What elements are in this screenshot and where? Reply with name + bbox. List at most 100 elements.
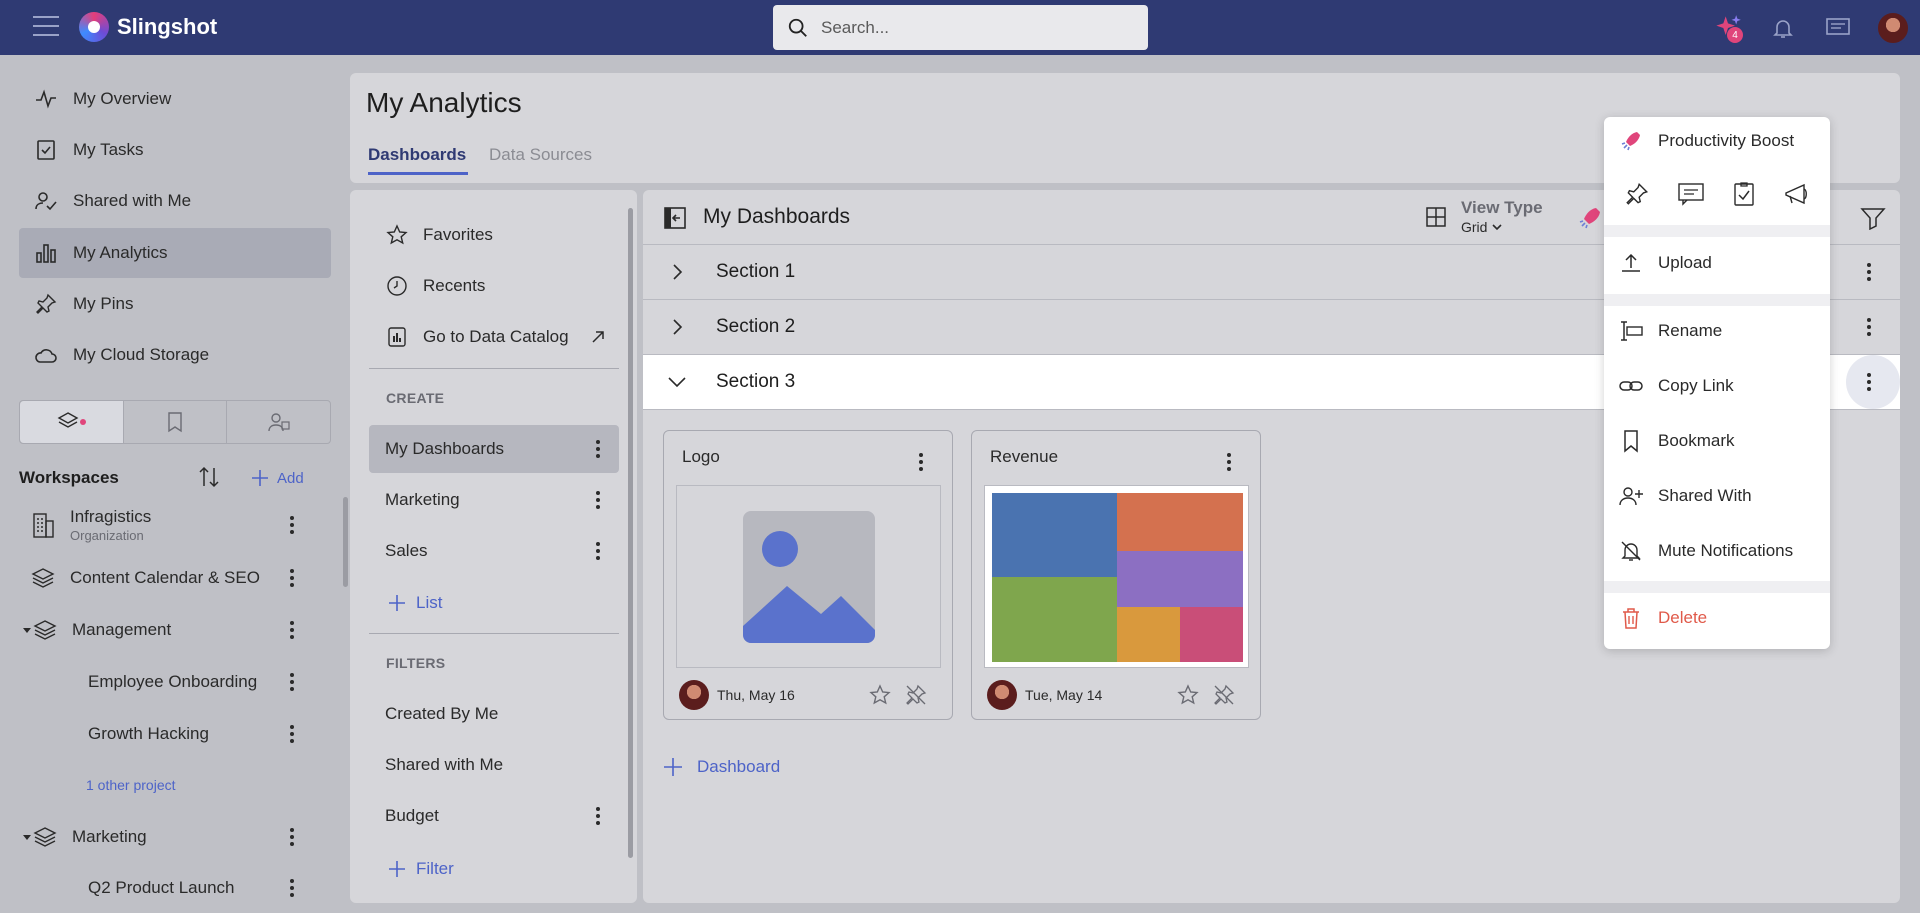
bookmarks-tab[interactable] xyxy=(124,401,228,443)
card-more-icon[interactable] xyxy=(1226,451,1232,472)
project-more-icon[interactable] xyxy=(289,724,295,745)
card-date: Thu, May 16 xyxy=(717,687,795,703)
card-thumbnail xyxy=(676,485,941,668)
filter-more-icon[interactable] xyxy=(595,806,601,827)
project-more-icon[interactable] xyxy=(289,878,295,899)
chevron-right-icon[interactable] xyxy=(669,263,685,281)
panel-filter-shared-with-me[interactable]: Shared with Me xyxy=(369,741,619,789)
workspaces-tab[interactable] xyxy=(20,401,124,443)
section-context-menu: Productivity Boost Upload Rename Copy Li… xyxy=(1604,117,1830,649)
pin-icon[interactable] xyxy=(1624,181,1650,207)
panel-scrollbar[interactable] xyxy=(628,208,633,858)
section-more-icon[interactable] xyxy=(1866,262,1872,283)
sidebar-item-my-analytics[interactable]: My Analytics xyxy=(19,228,331,278)
sidebar-item-shared-with-me[interactable]: Shared with Me xyxy=(19,176,331,226)
star-icon[interactable] xyxy=(1176,683,1200,707)
rocket-icon[interactable] xyxy=(1576,204,1604,232)
rocket-icon xyxy=(1621,132,1640,151)
notifications-button[interactable] xyxy=(1755,0,1810,55)
menu-item-rename[interactable]: Rename xyxy=(1604,307,1830,355)
project-q2-product-launch[interactable]: Q2 Product Launch xyxy=(88,863,330,913)
workspace-content-calendar[interactable]: Content Calendar & SEO xyxy=(30,553,330,603)
comment-icon[interactable] xyxy=(1677,181,1705,207)
add-workspace-button[interactable]: Add xyxy=(249,467,304,489)
panel-item-recents[interactable]: Recents xyxy=(369,262,619,310)
sidebar-item-my-tasks[interactable]: My Tasks xyxy=(19,125,331,175)
treemap-tile xyxy=(992,577,1117,662)
project-growth-hacking[interactable]: Growth Hacking xyxy=(88,709,330,759)
panel-filter-budget[interactable]: Budget xyxy=(369,792,619,840)
tab-dashboards[interactable]: Dashboards xyxy=(368,145,469,175)
chevron-down-icon[interactable] xyxy=(667,375,687,389)
workspace-more-icon[interactable] xyxy=(289,568,295,589)
layers-icon xyxy=(33,620,57,640)
project-more-icon[interactable] xyxy=(289,672,295,693)
menu-item-upload[interactable]: Upload xyxy=(1604,239,1830,287)
add-dashboard-button[interactable]: Dashboard xyxy=(661,755,780,779)
list-more-icon[interactable] xyxy=(595,439,601,460)
caret-down-icon[interactable] xyxy=(22,625,32,635)
panel-list-my-dashboards[interactable]: My Dashboards xyxy=(369,425,619,473)
panel-list-sales[interactable]: Sales xyxy=(369,527,619,575)
section-more-icon[interactable] xyxy=(1866,372,1872,393)
menu-item-shared-with[interactable]: Shared With xyxy=(1604,472,1830,520)
view-type-selector[interactable]: View Type Grid xyxy=(1461,198,1543,235)
dashboard-card-revenue[interactable]: Revenue Tue, May 14 xyxy=(971,430,1261,720)
task-icon[interactable] xyxy=(1732,181,1756,207)
pin-off-icon[interactable] xyxy=(1212,683,1236,707)
chevron-right-icon[interactable] xyxy=(669,318,685,336)
star-icon[interactable] xyxy=(868,683,892,707)
project-employee-onboarding[interactable]: Employee Onboarding xyxy=(88,657,330,707)
workspace-management[interactable]: Management xyxy=(22,605,330,655)
people-tab[interactable] xyxy=(227,401,330,443)
sidebar-item-my-cloud-storage[interactable]: My Cloud Storage xyxy=(19,330,331,380)
panel-list-marketing[interactable]: Marketing xyxy=(369,476,619,524)
task-icon xyxy=(37,140,55,160)
section-more-icon[interactable] xyxy=(1866,317,1872,338)
menu-item-productivity-boost[interactable]: Productivity Boost xyxy=(1604,117,1830,165)
sidebar-item-my-overview[interactable]: My Overview xyxy=(19,74,331,124)
panel-item-favorites[interactable]: Favorites xyxy=(369,211,619,259)
panel-item-data-catalog[interactable]: Go to Data Catalog xyxy=(369,313,619,361)
add-label: Add xyxy=(277,469,304,487)
sidebar-item-my-pins[interactable]: My Pins xyxy=(19,279,331,329)
card-more-icon[interactable] xyxy=(918,451,924,472)
dashboard-card-logo[interactable]: Logo Thu, May 16 xyxy=(663,430,953,720)
caret-down-icon[interactable] xyxy=(22,832,32,842)
add-list-button[interactable]: List xyxy=(386,592,442,614)
menu-item-delete[interactable]: Delete xyxy=(1604,594,1830,642)
menu-icon[interactable] xyxy=(33,16,59,38)
link-icon xyxy=(1619,381,1643,391)
collapse-panel-icon[interactable] xyxy=(663,206,687,230)
menu-item-mute-notifications[interactable]: Mute Notifications xyxy=(1604,527,1830,575)
workspace-more-icon[interactable] xyxy=(289,515,295,536)
sidebar-scrollbar[interactable] xyxy=(343,497,348,587)
workspace-more-icon[interactable] xyxy=(289,620,295,641)
pin-off-icon[interactable] xyxy=(904,683,928,707)
workspace-marketing[interactable]: Marketing xyxy=(22,812,330,862)
add-filter-button[interactable]: Filter xyxy=(386,858,454,880)
user-menu-button[interactable] xyxy=(1865,0,1920,55)
list-more-icon[interactable] xyxy=(595,541,601,562)
panel-filter-created-by-me[interactable]: Created By Me xyxy=(369,690,619,738)
tab-data-sources[interactable]: Data Sources xyxy=(489,145,592,165)
image-placeholder-icon xyxy=(743,511,875,643)
plus-icon xyxy=(252,470,268,486)
sort-icon[interactable] xyxy=(197,464,221,490)
rename-icon xyxy=(1621,321,1643,341)
ai-assistant-button[interactable]: 4 xyxy=(1700,0,1755,55)
app-logo[interactable]: Slingshot xyxy=(79,12,217,42)
filter-icon[interactable] xyxy=(1860,206,1886,230)
messages-button[interactable] xyxy=(1810,0,1865,55)
workspace-infragistics[interactable]: Infragistics Organization xyxy=(30,500,330,550)
search-box[interactable] xyxy=(773,5,1148,50)
menu-item-copy-link[interactable]: Copy Link xyxy=(1604,362,1830,410)
other-projects-link[interactable]: 1 other project xyxy=(86,777,176,793)
menu-item-label: Rename xyxy=(1658,321,1723,340)
workspace-more-icon[interactable] xyxy=(289,827,295,848)
list-more-icon[interactable] xyxy=(595,490,601,511)
grid-view-icon[interactable] xyxy=(1424,205,1448,229)
megaphone-icon[interactable] xyxy=(1783,181,1811,207)
menu-item-bookmark[interactable]: Bookmark xyxy=(1604,417,1830,465)
search-input[interactable] xyxy=(821,17,1121,38)
